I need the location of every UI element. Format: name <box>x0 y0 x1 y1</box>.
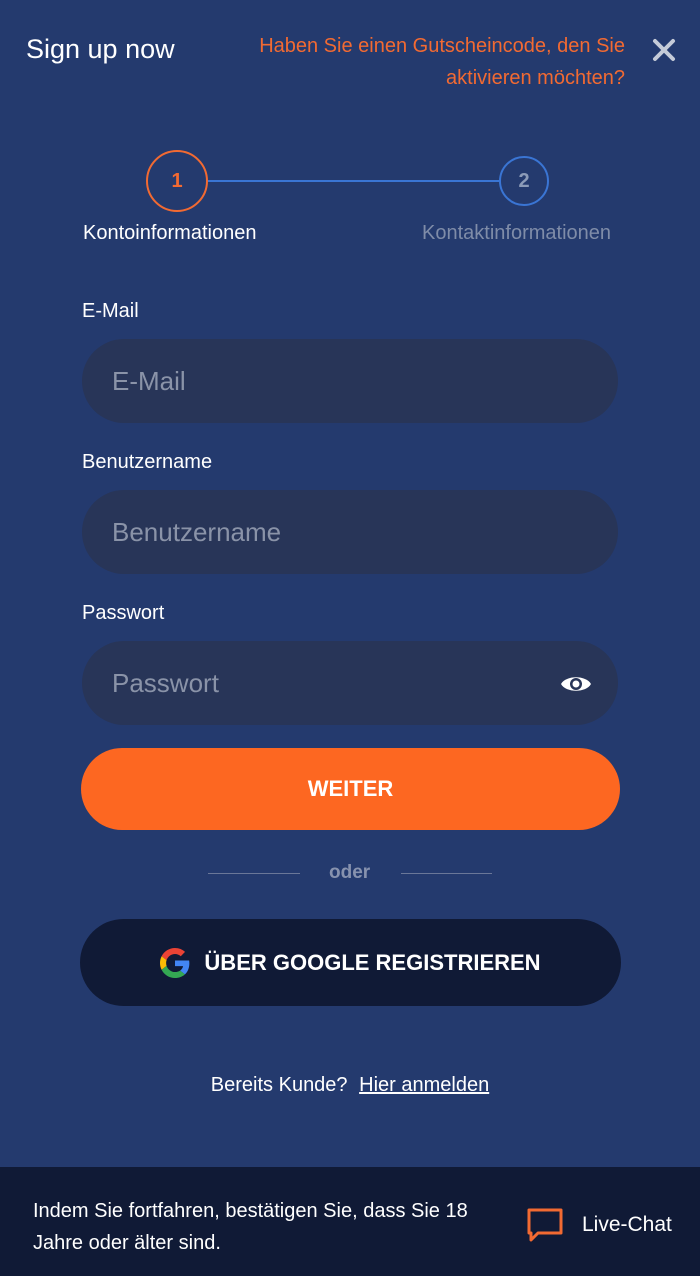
step-1-label: Kontoinformationen <box>83 222 257 244</box>
login-prompt: Bereits Kunde? <box>210 1074 348 1096</box>
footer: Indem Sie fortfahren, bestätigen Sie, da… <box>0 1167 700 1276</box>
google-signup-label: ÜBER GOOGLE REGISTRIEREN <box>204 949 541 975</box>
username-label: Benutzername <box>82 451 213 473</box>
live-chat-label: Live-Chat <box>582 1213 672 1236</box>
password-field[interactable] <box>82 641 618 725</box>
google-icon <box>160 947 190 978</box>
chat-bubble-icon <box>527 1208 563 1242</box>
stepper-line <box>208 180 500 182</box>
stepper: 1 2 Kontoinformationen Kontaktinformatio… <box>0 150 700 260</box>
step-1-indicator: 1 <box>146 150 208 212</box>
login-row: Bereits Kunde? Hier anmelden <box>0 1074 700 1097</box>
google-signup-button[interactable]: ÜBER GOOGLE REGISTRIEREN <box>80 919 621 1006</box>
divider-text: oder <box>329 862 371 883</box>
email-label: E-Mail <box>82 300 139 322</box>
live-chat-button[interactable]: Live-Chat <box>526 1207 672 1243</box>
divider-line-left <box>208 873 300 874</box>
step-2-label: Kontaktinformationen <box>422 222 612 244</box>
eye-icon[interactable] <box>559 672 593 696</box>
continue-button[interactable]: WEITER <box>81 748 620 830</box>
header: Sign up now Haben Sie einen Gutscheincod… <box>0 0 700 110</box>
age-disclaimer: Indem Sie fortfahren, bestätigen Sie, da… <box>33 1200 468 1254</box>
login-link[interactable]: Hier anmelden <box>359 1074 489 1096</box>
divider-line-right <box>401 873 492 874</box>
close-icon[interactable] <box>650 36 678 64</box>
voucher-code-link[interactable]: Haben Sie einen Gutscheincode, den Sie a… <box>225 30 625 94</box>
step-2-indicator: 2 <box>499 156 549 206</box>
password-label: Passwort <box>82 602 165 624</box>
email-field[interactable] <box>82 339 618 423</box>
page-title: Sign up now <box>26 34 175 64</box>
username-field[interactable] <box>82 490 618 574</box>
